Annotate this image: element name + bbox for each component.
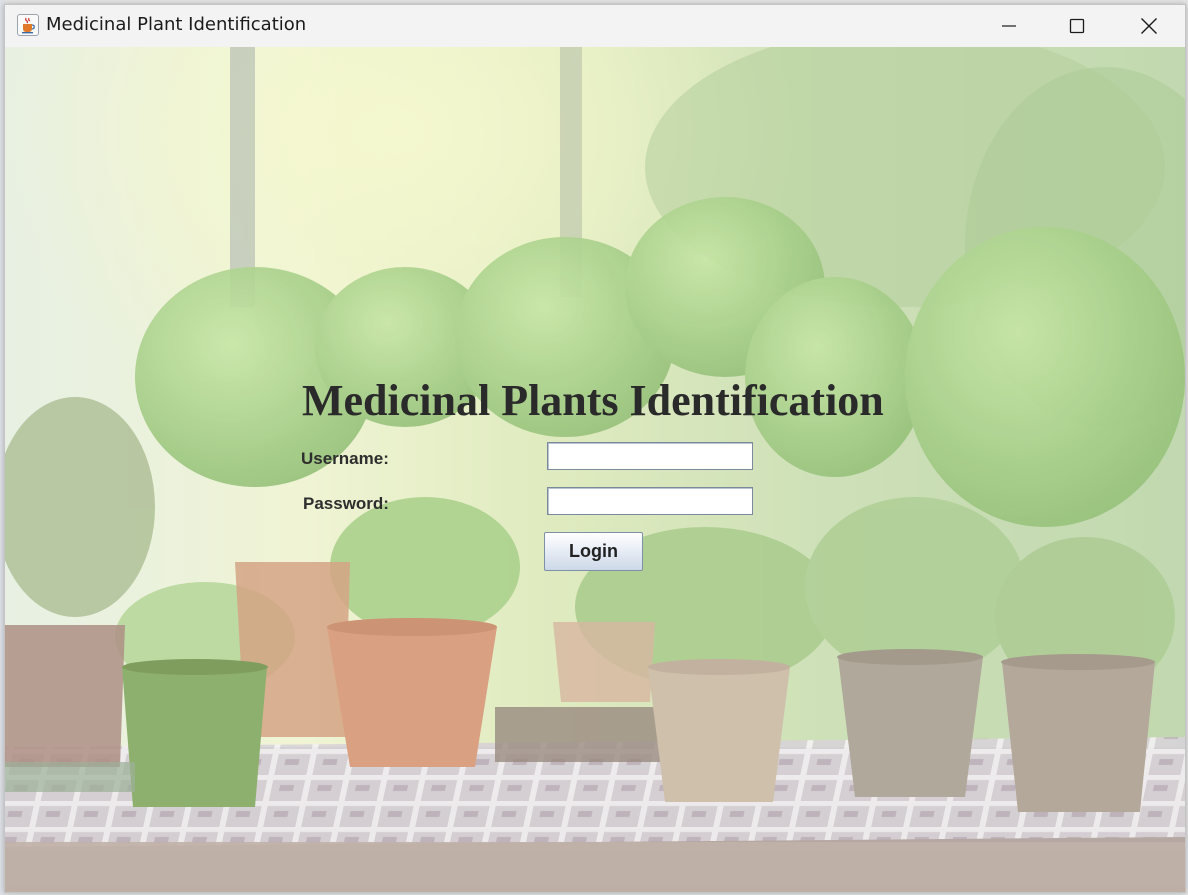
minimize-button[interactable] [975,5,1043,47]
window-title: Medicinal Plant Identification [46,14,307,35]
minimize-icon [1002,25,1016,27]
login-panel: Medicinal Plants Identification Username… [5,47,1185,892]
maximize-icon [1069,18,1085,34]
close-icon [1141,18,1157,34]
login-button[interactable]: Login [544,532,643,571]
username-label: Username: [301,449,389,468]
close-button[interactable] [1115,5,1183,47]
java-cup-icon [17,14,39,36]
maximize-button[interactable] [1043,5,1111,47]
username-field[interactable] [547,442,753,470]
app-heading: Medicinal Plants Identification [302,376,884,425]
app-window: Medicinal Plant Identification Medicinal… [4,4,1186,893]
password-label: Password: [303,494,389,513]
title-bar[interactable]: Medicinal Plant Identification [5,5,1185,47]
password-field[interactable] [547,487,753,515]
